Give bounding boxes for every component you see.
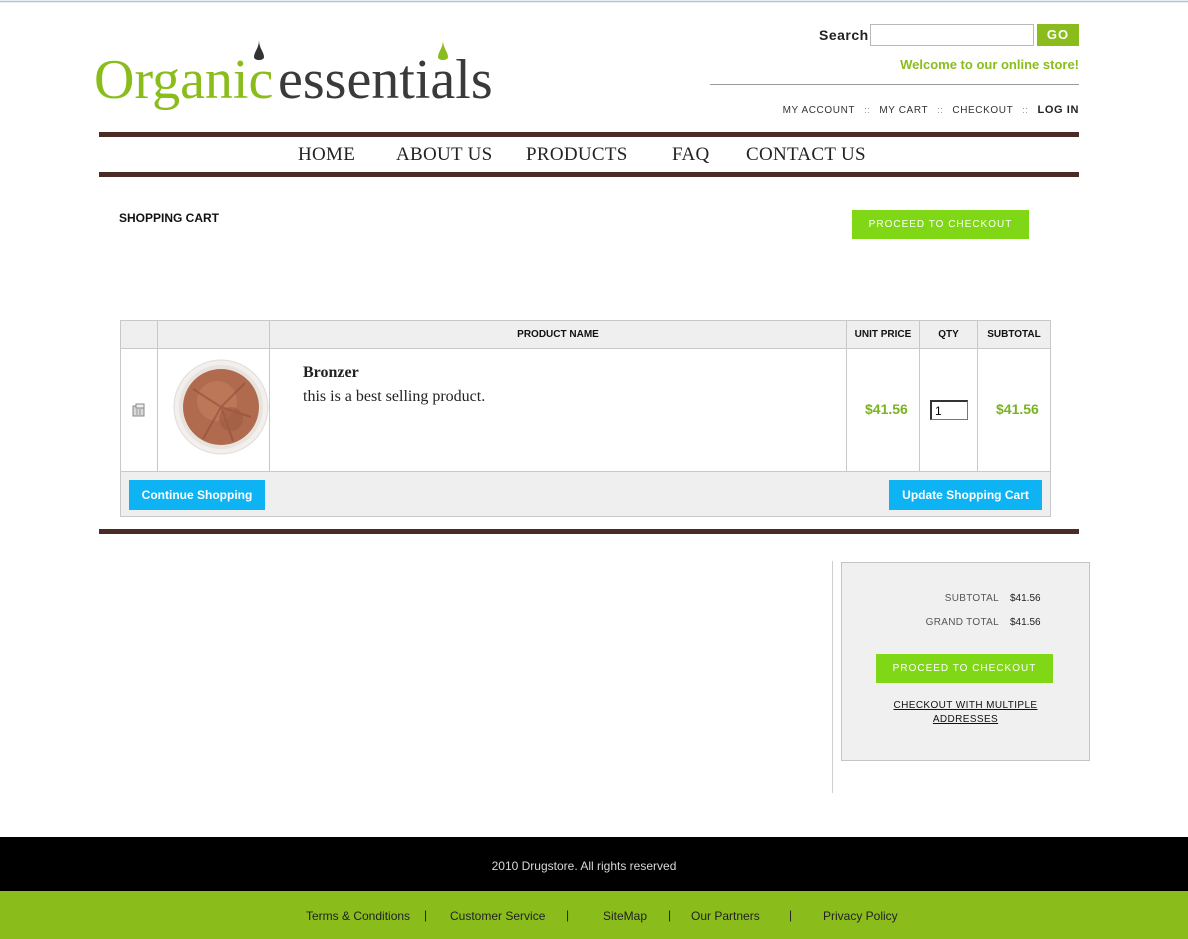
nav-about-us[interactable]: ABOUT US [396, 144, 493, 166]
footer-privacy-link[interactable]: Privacy Policy [823, 909, 898, 923]
cart-table: PRODUCT NAME UNIT PRICE QTY SUBTOTAL Bro… [120, 320, 1051, 517]
subtotal-label: SUBTOTAL [944, 593, 999, 604]
grand-total-value: $41.56 [1010, 617, 1041, 628]
top-strip [0, 0, 1188, 3]
proceed-to-checkout-button[interactable]: PROCEED TO CHECKOUT [852, 210, 1029, 239]
checkout-link[interactable]: CHECKOUT [952, 105, 1013, 116]
subtotal-value: $41.56 [1010, 593, 1041, 604]
copyright-text: 2010 Drugstore. All rights reserved [491, 859, 677, 873]
cart-totals-box: SUBTOTAL $41.56 GRAND TOTAL $41.56 PROCE… [841, 562, 1090, 761]
continue-shopping-button[interactable]: Continue Shopping [129, 480, 265, 510]
footer-copyright-bar: 2010 Drugstore. All rights reserved [0, 837, 1188, 891]
unit-price: $41.56 [865, 401, 908, 417]
my-cart-link[interactable]: MY CART [879, 105, 928, 116]
login-link[interactable]: LOG IN [1038, 104, 1080, 116]
account-links: MY ACCOUNT :: MY CART :: CHECKOUT :: LOG… [783, 104, 1079, 116]
link-separator: :: [937, 105, 944, 115]
trash-icon[interactable] [131, 403, 147, 417]
search-go-button[interactable]: GO [1037, 24, 1079, 46]
footer-partners-link[interactable]: Our Partners [691, 909, 760, 923]
page-title: SHOPPING CART [119, 211, 220, 225]
proceed-to-checkout-button-side[interactable]: PROCEED TO CHECKOUT [876, 654, 1053, 683]
site-logo[interactable]: Organic essentials [94, 32, 514, 118]
footer-links-bar: Terms & Conditions | Customer Service | … [0, 891, 1188, 939]
row-subtotal: $41.56 [996, 401, 1039, 417]
column-header-subtotal: SUBTOTAL [987, 329, 1041, 340]
logo-essentials-text: essentials [278, 49, 493, 111]
column-header-product-name: PRODUCT NAME [517, 329, 599, 340]
footer-separator: | [424, 908, 428, 922]
search-label: Search [819, 27, 869, 43]
logo-organic-text: Organic [94, 49, 273, 111]
footer-customer-service-link[interactable]: Customer Service [450, 909, 545, 923]
nav-contact-us[interactable]: CONTACT US [746, 144, 866, 166]
my-account-link[interactable]: MY ACCOUNT [783, 105, 856, 116]
multi-link-line2: ADDRESSES [932, 714, 999, 725]
search-input[interactable] [870, 24, 1034, 46]
nav-home[interactable]: HOME [298, 144, 355, 166]
column-header-qty: QTY [938, 329, 959, 340]
quantity-input[interactable] [930, 400, 968, 420]
nav-bar-bottom [99, 172, 1079, 177]
table-footer: Continue Shopping Update Shopping Cart [121, 471, 1050, 516]
nav-bar-top [99, 132, 1079, 137]
content-divider-bar [99, 529, 1079, 534]
link-separator: :: [864, 105, 871, 115]
update-shopping-cart-button[interactable]: Update Shopping Cart [889, 480, 1042, 510]
footer-separator: | [789, 908, 793, 922]
product-name[interactable]: Bronzer [303, 364, 359, 382]
header-divider [710, 84, 1079, 85]
nav-products[interactable]: PRODUCTS [526, 144, 628, 166]
grand-total-label: GRAND TOTAL [925, 617, 999, 628]
footer-separator: | [668, 908, 672, 922]
table-header-row: PRODUCT NAME UNIT PRICE QTY SUBTOTAL [121, 321, 1050, 349]
checkout-multiple-addresses-link[interactable]: CHECKOUT WITH MULTIPLE ADDRESSES [842, 699, 1089, 727]
column-header-unit-price: UNIT PRICE [854, 329, 912, 340]
multi-link-line1: CHECKOUT WITH MULTIPLE [893, 700, 1038, 711]
sidebar-divider [832, 561, 833, 793]
footer-sitemap-link[interactable]: SiteMap [603, 909, 647, 923]
product-description: this is a best selling product. [303, 388, 486, 405]
nav-faq[interactable]: FAQ [672, 144, 710, 166]
welcome-message: Welcome to our online store! [900, 57, 1079, 72]
bronzer-powder-image[interactable] [173, 359, 269, 455]
footer-separator: | [566, 908, 570, 922]
link-separator: :: [1022, 105, 1029, 115]
footer-terms-link[interactable]: Terms & Conditions [306, 909, 410, 923]
